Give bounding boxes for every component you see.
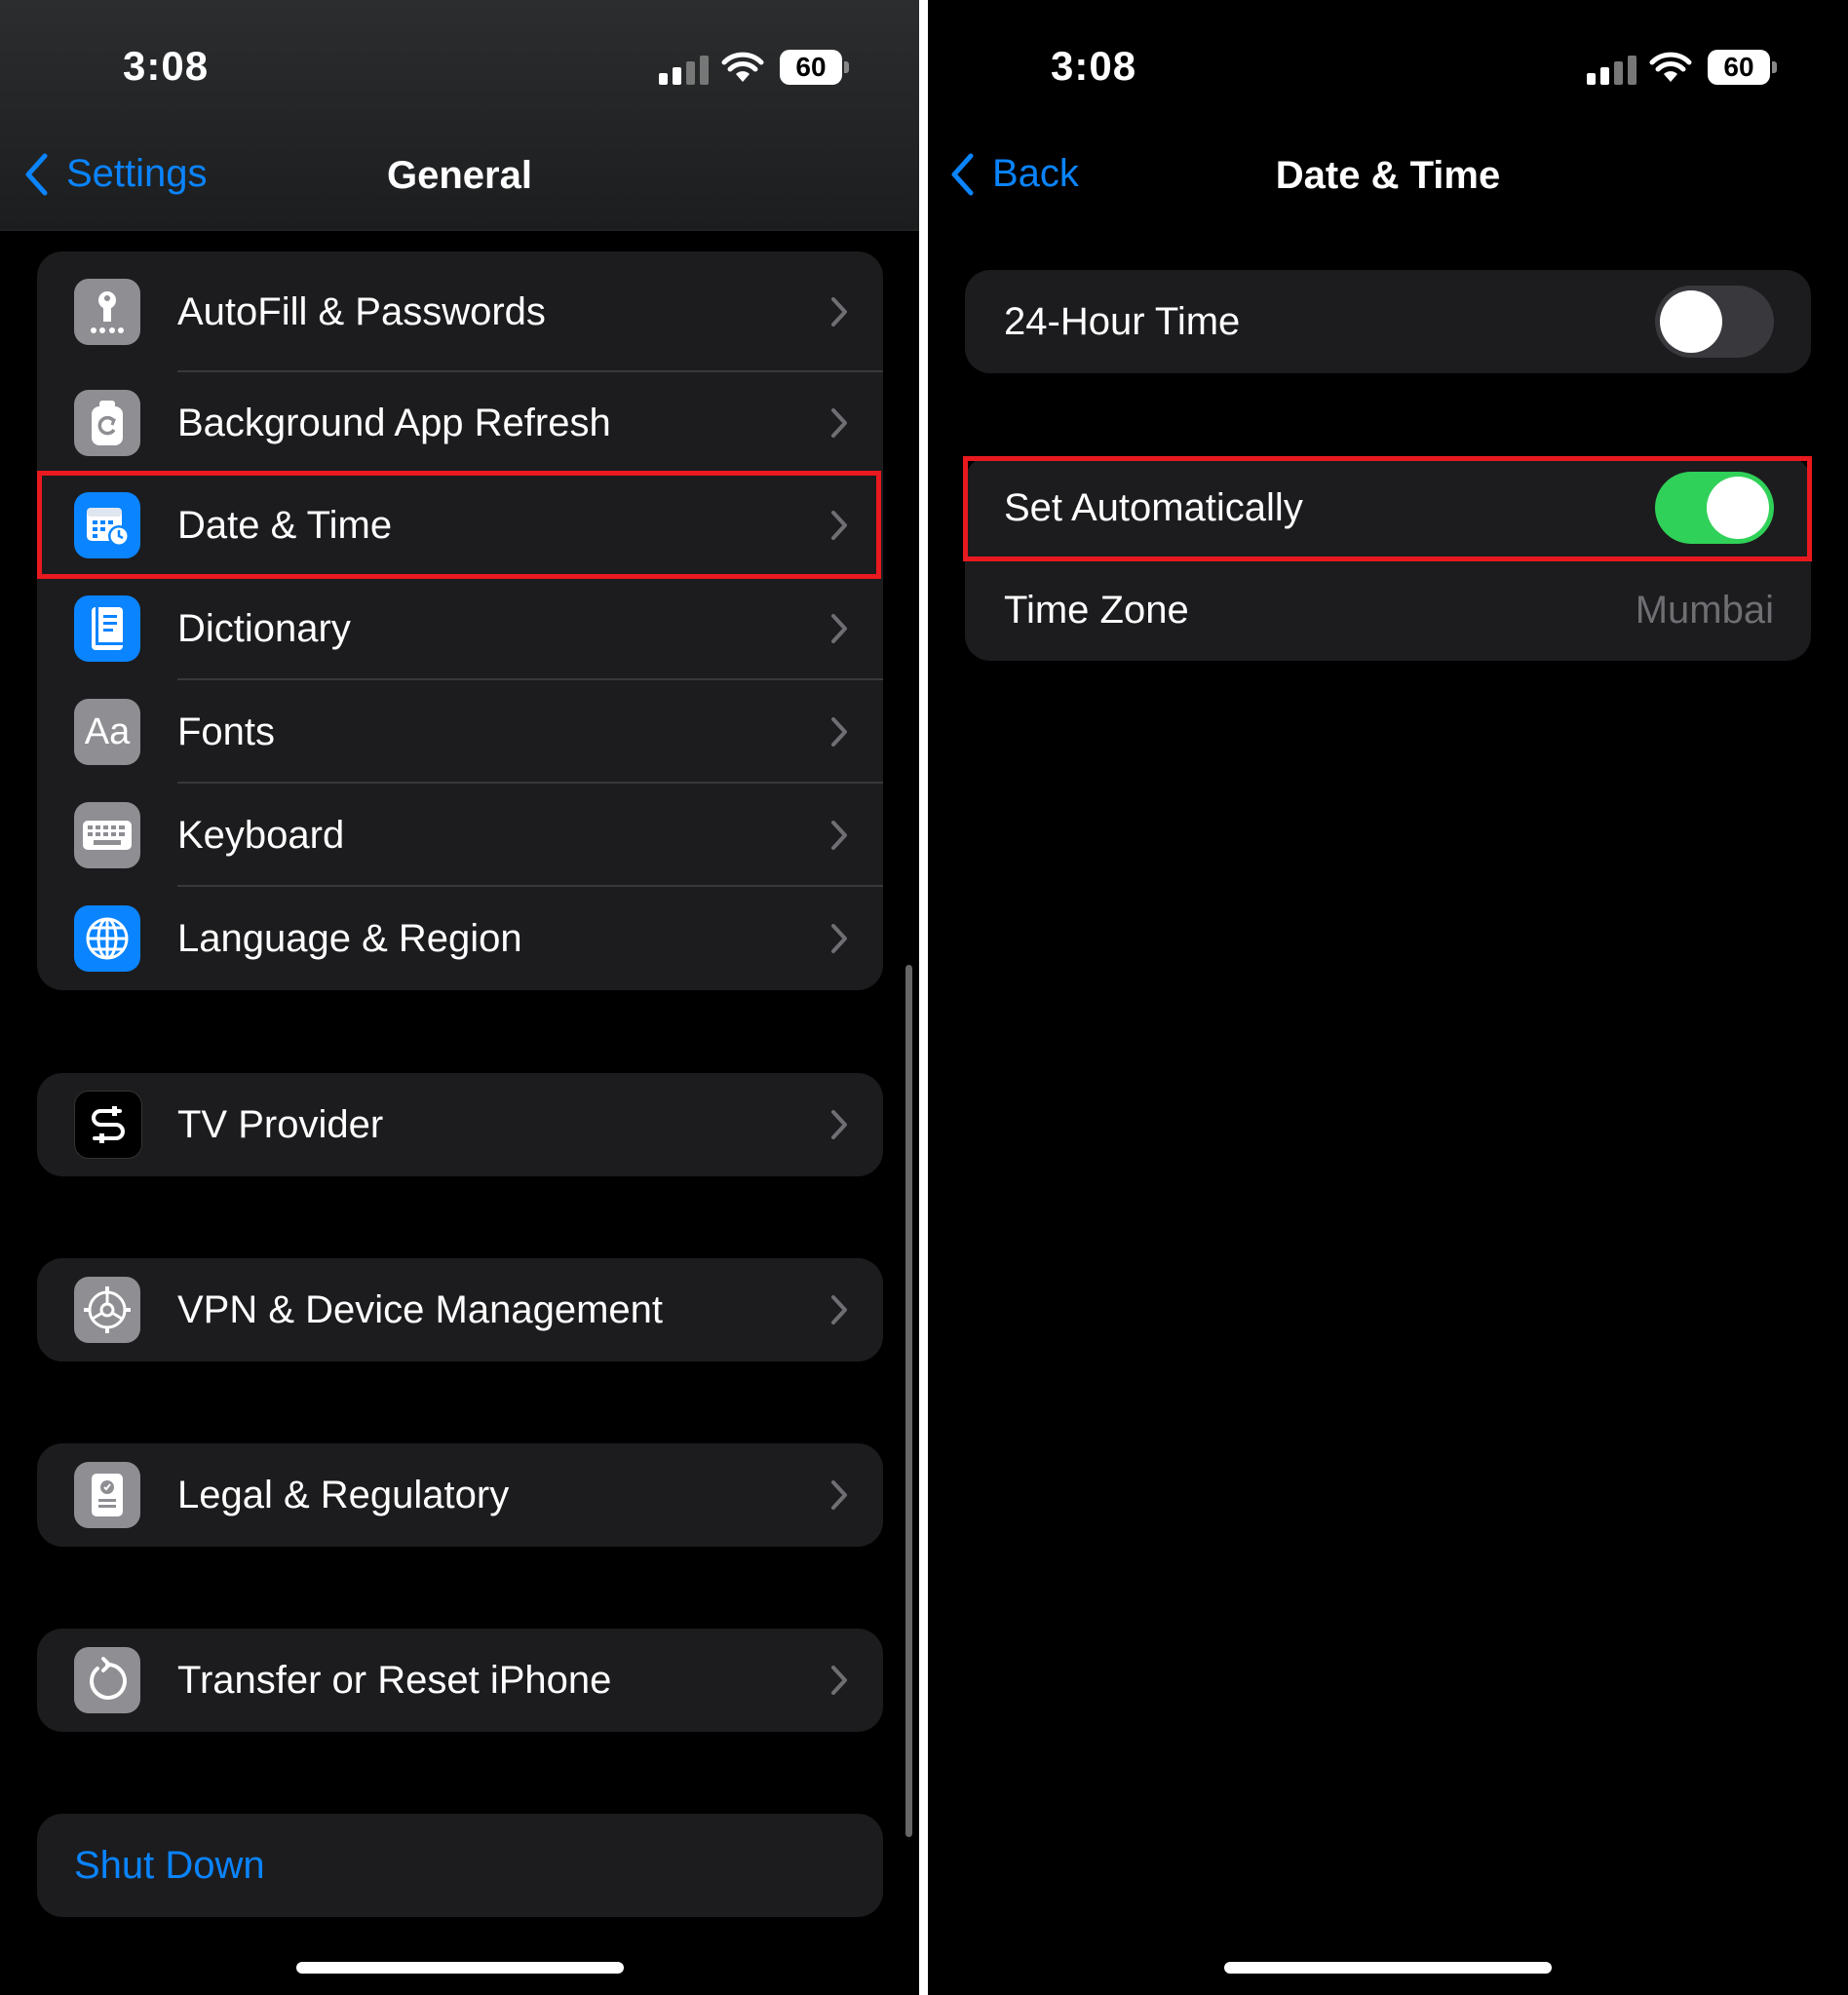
calendar-clock-icon — [74, 492, 140, 558]
refresh-icon — [74, 390, 140, 456]
row-background-app-refresh[interactable]: Background App Refresh — [37, 372, 883, 474]
back-button[interactable]: Settings — [23, 152, 208, 196]
screen-divider — [919, 0, 928, 1995]
row-label: AutoFill & Passwords — [177, 289, 546, 333]
tv-provider-icon — [74, 1091, 142, 1159]
chevron-right-icon — [831, 511, 847, 540]
status-bar: 3:08 60 — [0, 0, 919, 127]
status-time: 3:08 — [1051, 43, 1137, 89]
chevron-right-icon — [831, 1666, 847, 1695]
row-label: Transfer or Reset iPhone — [177, 1658, 612, 1702]
back-button[interactable]: Back — [949, 152, 1079, 196]
chevron-right-icon — [831, 408, 847, 438]
battery-percent: 60 — [1723, 52, 1754, 82]
globe-icon — [74, 905, 140, 972]
keyboard-icon — [74, 802, 140, 868]
home-indicator[interactable] — [296, 1962, 624, 1974]
row-label: VPN & Device Management — [177, 1287, 664, 1331]
row-label: Fonts — [177, 710, 276, 753]
chevron-right-icon — [831, 717, 847, 747]
gear-icon — [74, 1277, 140, 1343]
chevron-left-icon — [25, 153, 48, 195]
back-button-label: Settings — [66, 152, 208, 195]
row-label: Language & Region — [177, 916, 522, 960]
shut-down-label: Shut Down — [74, 1843, 265, 1887]
row-label: Set Automatically — [1004, 485, 1303, 529]
navigation-bar: Date & Time Back — [928, 127, 1848, 230]
book-icon — [74, 595, 140, 662]
scrollbar[interactable] — [905, 965, 912, 1837]
battery-icon: 60 — [780, 50, 850, 85]
row-24-hour-time: 24-Hour Time — [965, 270, 1811, 373]
settings-group-general: AutoFill & Passwords Background App Refr… — [37, 251, 883, 990]
row-fonts[interactable]: Aa Fonts — [37, 680, 883, 784]
home-indicator[interactable] — [1224, 1962, 1552, 1974]
row-set-automatically: Set Automatically — [965, 456, 1811, 559]
row-label: Legal & Regulatory — [177, 1473, 510, 1516]
chevron-right-icon — [831, 1480, 847, 1510]
battery-percent: 60 — [795, 52, 827, 82]
row-legal-regulatory[interactable]: Legal & Regulatory — [37, 1443, 883, 1547]
cellular-signal-icon — [659, 56, 709, 85]
back-button-label: Back — [992, 152, 1079, 195]
24-hour-time-toggle[interactable] — [1655, 286, 1774, 358]
row-label: Background App Refresh — [177, 401, 611, 444]
navigation-bar: General Settings — [0, 127, 919, 230]
row-label: Time Zone — [1004, 588, 1189, 632]
row-vpn-device-management[interactable]: VPN & Device Management — [37, 1258, 883, 1362]
chevron-right-icon — [831, 297, 847, 326]
row-language-region[interactable]: Language & Region — [37, 887, 883, 990]
status-bar: 3:08 60 — [928, 0, 1848, 127]
settings-group-tv-provider: TV Provider — [37, 1073, 883, 1176]
cellular-signal-icon — [1587, 56, 1636, 85]
settings-group-legal: Legal & Regulatory — [37, 1443, 883, 1547]
wifi-icon — [721, 52, 764, 82]
chevron-left-icon — [951, 153, 974, 195]
row-label: TV Provider — [177, 1102, 384, 1146]
set-automatically-toggle[interactable] — [1655, 472, 1774, 544]
row-transfer-reset[interactable]: Transfer or Reset iPhone — [37, 1629, 883, 1732]
battery-icon: 60 — [1708, 50, 1778, 85]
fonts-icon-glyph: Aa — [84, 710, 131, 752]
row-date-time[interactable]: Date & Time — [37, 474, 883, 577]
shut-down-button[interactable]: Shut Down — [37, 1814, 883, 1917]
settings-group-shutdown: Shut Down — [37, 1814, 883, 1917]
row-time-zone[interactable]: Time Zone Mumbai — [965, 559, 1811, 661]
row-dictionary[interactable]: Dictionary — [37, 577, 883, 680]
row-label: Date & Time — [177, 503, 393, 547]
chevron-right-icon — [831, 1110, 847, 1139]
chevron-right-icon — [831, 821, 847, 850]
wifi-icon — [1649, 52, 1692, 82]
toggle-knob — [1660, 290, 1722, 353]
row-label: 24-Hour Time — [1004, 299, 1241, 343]
toggle-knob — [1707, 477, 1769, 539]
row-label: Keyboard — [177, 813, 345, 857]
row-tv-provider[interactable]: TV Provider — [37, 1073, 883, 1176]
settings-group-vpn: VPN & Device Management — [37, 1258, 883, 1362]
row-autofill-passwords[interactable]: AutoFill & Passwords — [37, 251, 883, 372]
fonts-icon: Aa — [74, 699, 140, 765]
settings-group-transfer: Transfer or Reset iPhone — [37, 1629, 883, 1732]
key-icon — [74, 279, 140, 345]
status-time: 3:08 — [123, 43, 210, 89]
chevron-right-icon — [831, 614, 847, 643]
reset-icon — [74, 1647, 140, 1713]
document-icon — [74, 1462, 140, 1528]
date-time-screen: 3:08 60 Date & Time Back 24-Hour Time Se… — [928, 0, 1848, 1995]
time-zone-value: Mumbai — [1635, 588, 1774, 632]
chevron-right-icon — [831, 924, 847, 953]
settings-group-automatic: Set Automatically Time Zone Mumbai — [965, 456, 1811, 661]
row-label: Dictionary — [177, 606, 351, 650]
settings-group-24-hour: 24-Hour Time — [965, 270, 1811, 373]
chevron-right-icon — [831, 1295, 847, 1324]
general-settings-screen: 3:08 60 General Settings AutoFill & Pass… — [0, 0, 919, 1995]
row-keyboard[interactable]: Keyboard — [37, 784, 883, 887]
